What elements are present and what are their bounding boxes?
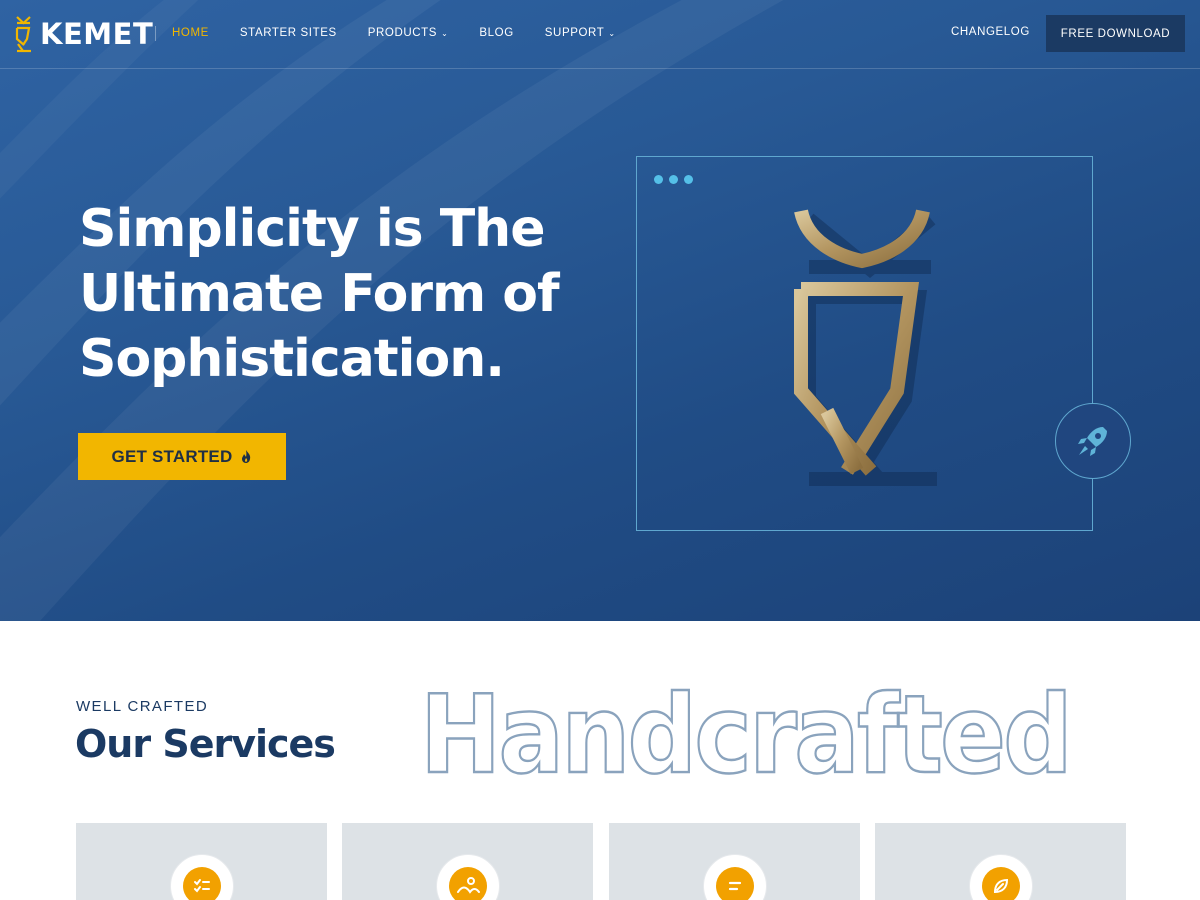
svg-text:Handcrafted: Handcrafted	[420, 673, 1070, 784]
site-header: KEMET HOME STARTER SITES PRODUCTS ⌄ BLOG…	[0, 0, 1200, 69]
kemet-emblem-icon	[794, 209, 937, 486]
logo-text: KEMET	[40, 17, 154, 51]
kemet-emblem-icon	[15, 16, 31, 53]
service-icon-ring	[170, 854, 234, 900]
window-dot	[684, 175, 693, 184]
nav-item-support[interactable]: SUPPORT ⌄	[545, 27, 616, 39]
flame-icon	[242, 450, 251, 463]
get-started-button[interactable]: GET STARTED	[78, 433, 286, 480]
text-lines-icon	[716, 867, 754, 900]
hero-title-line: Sophistication.	[79, 329, 505, 389]
changelog-link[interactable]: CHANGELOG	[951, 26, 1030, 38]
get-started-label: GET STARTED	[111, 446, 233, 466]
nav-item-products[interactable]: PRODUCTS ⌄	[368, 27, 449, 39]
hero-title-line: Ultimate Form of	[79, 264, 560, 324]
hero-title-line: Simplicity is The	[79, 199, 545, 259]
service-card[interactable]	[609, 823, 860, 900]
chevron-down-icon: ⌄	[441, 28, 449, 38]
nav-item-blog[interactable]: BLOG	[479, 27, 513, 39]
nav-item-label: STARTER SITES	[239, 27, 337, 39]
logo-divider	[155, 26, 156, 41]
main-nav: HOME STARTER SITES PRODUCTS ⌄ BLOG SUPPO…	[172, 0, 647, 66]
nav-item-label: PRODUCTS	[367, 27, 438, 39]
nav-item-label: BLOG	[479, 27, 514, 39]
image-icon	[449, 867, 487, 900]
rocket-icon	[1078, 427, 1107, 456]
handcrafted-outline-text: Handcrafted	[419, 672, 1074, 784]
hero-section: KEMET HOME STARTER SITES PRODUCTS ⌄ BLOG…	[0, 0, 1200, 621]
chevron-down-icon: ⌄	[608, 28, 616, 38]
window-dot	[654, 175, 663, 184]
hero-image-frame	[636, 156, 1093, 531]
service-card[interactable]	[342, 823, 593, 900]
service-card[interactable]	[76, 823, 327, 900]
services-eyebrow: WELL CRAFTED	[76, 698, 209, 715]
services-cards	[76, 823, 1126, 900]
service-icon-ring	[969, 854, 1033, 900]
nav-item-starter-sites[interactable]: STARTER SITES	[240, 27, 337, 39]
rocket-badge	[1055, 403, 1131, 479]
free-download-button[interactable]: FREE DOWNLOAD	[1046, 15, 1185, 52]
checklist-icon	[183, 867, 221, 900]
service-card[interactable]	[875, 823, 1126, 900]
window-dot	[669, 175, 678, 184]
service-icon-ring	[436, 854, 500, 900]
hero-title: Simplicity is The Ultimate Form of Sophi…	[79, 197, 560, 392]
nav-item-label: HOME	[172, 27, 209, 39]
logo[interactable]: KEMET	[15, 14, 153, 54]
nav-item-label: SUPPORT	[544, 27, 605, 39]
services-title: Our Services	[75, 722, 336, 766]
window-dots	[654, 175, 699, 184]
service-icon-ring	[703, 854, 767, 900]
leaf-icon	[982, 867, 1020, 900]
nav-item-home[interactable]: HOME	[172, 27, 209, 39]
